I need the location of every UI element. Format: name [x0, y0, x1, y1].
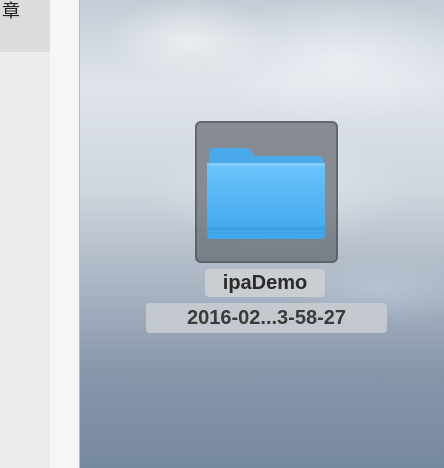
folder-icon [207, 148, 325, 239]
folder-date-label[interactable]: 2016-02...3-58-27 [146, 303, 387, 333]
sidebar-item[interactable]: 章 [0, 0, 50, 52]
screen: 章 ipaDemo 2016-02...3-58-27 [0, 0, 444, 468]
desktop-folder-selected[interactable] [195, 121, 338, 263]
sidebar-item-label: 章 [2, 1, 20, 22]
finder-window-sidebar: 章 [0, 0, 80, 468]
window-pane [50, 0, 79, 468]
folder-name-label[interactable]: ipaDemo [205, 269, 325, 297]
